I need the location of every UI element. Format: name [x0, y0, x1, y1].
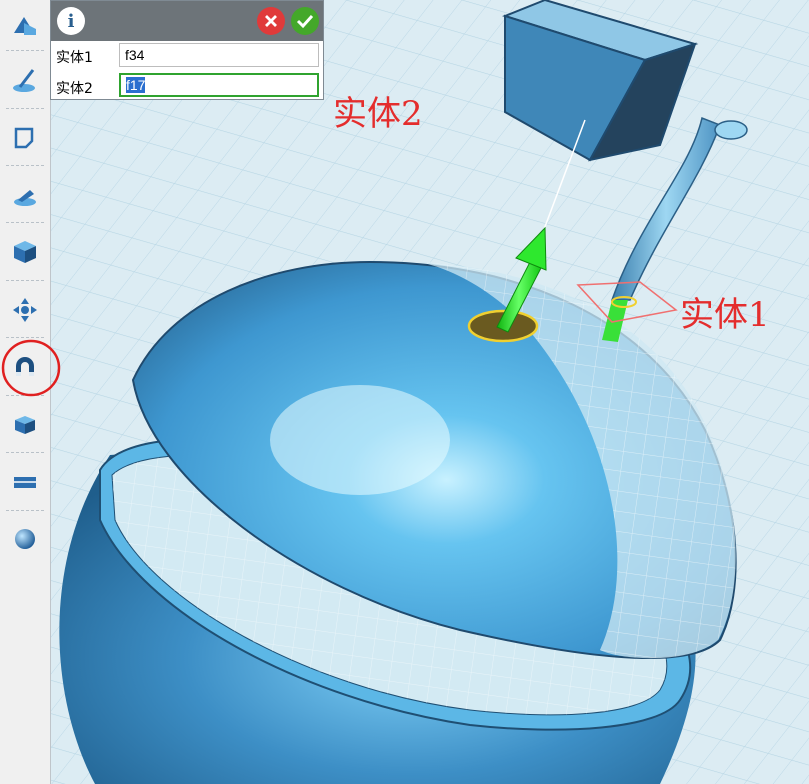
- solid2-input[interactable]: [119, 73, 319, 97]
- measure-icon[interactable]: [3, 460, 47, 504]
- toolbar-separator: [6, 165, 44, 166]
- toolbar-separator: [6, 280, 44, 281]
- material-sphere-icon[interactable]: [3, 516, 47, 560]
- cancel-icon[interactable]: [257, 7, 285, 35]
- sketch-edit-icon[interactable]: [3, 116, 47, 160]
- toolbar-separator: [6, 50, 44, 51]
- special-function-icon[interactable]: [3, 230, 47, 274]
- annotation-solid1: 实体1: [680, 295, 770, 335]
- info-icon[interactable]: i: [57, 7, 85, 35]
- toolbar-separator: [6, 222, 44, 223]
- annotation-solid2: 实体2: [333, 94, 423, 134]
- highlight-circle: [1, 339, 61, 397]
- toolbar-separator: [6, 108, 44, 109]
- dialog-titlebar: i: [51, 1, 323, 41]
- solid1-input[interactable]: [119, 43, 319, 67]
- toolbar-separator: [6, 510, 44, 511]
- move-icon[interactable]: [3, 288, 47, 332]
- solid2-label: 实体2: [56, 81, 93, 97]
- toolbar-separator: [6, 452, 44, 453]
- combine-icon[interactable]: [3, 403, 47, 447]
- basic-shape-icon[interactable]: [3, 2, 47, 46]
- solid1-label: 实体1: [56, 50, 93, 66]
- feature-icon[interactable]: [3, 173, 47, 217]
- snap-dialog: i 实体1 实体2: [50, 0, 324, 100]
- confirm-icon[interactable]: [291, 7, 319, 35]
- sketch-pen-icon[interactable]: [3, 58, 47, 102]
